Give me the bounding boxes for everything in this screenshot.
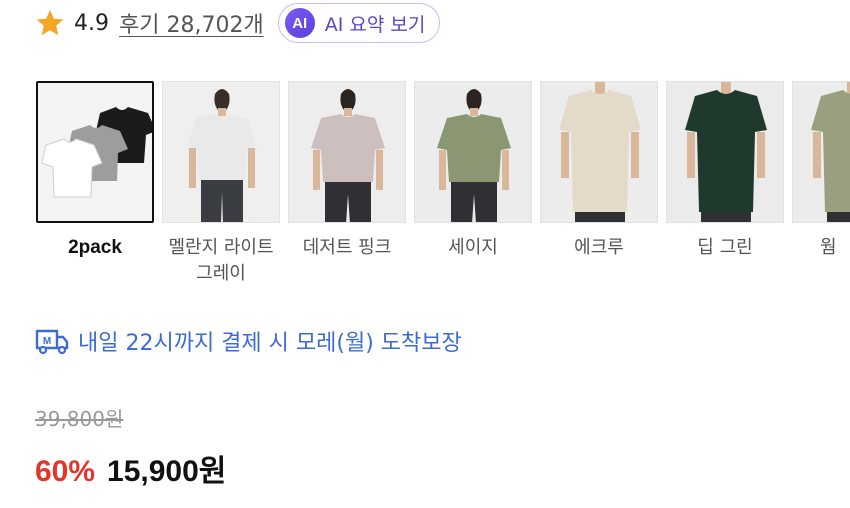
option-image xyxy=(162,81,280,223)
model-deep-green-image xyxy=(667,82,783,222)
ai-summary-button[interactable]: AI AI 요약 보기 xyxy=(277,3,441,43)
ai-icon: AI xyxy=(284,8,315,38)
option-image xyxy=(666,81,784,223)
color-option-melange-light-gray[interactable]: 멜란지 라이트 그레이 xyxy=(162,81,280,287)
option-image xyxy=(540,81,658,223)
model-desert-pink-image xyxy=(289,82,405,222)
review-count-link[interactable]: 후기 28,702개 xyxy=(119,7,264,39)
rating-row: 4.9 후기 28,702개 AI AI 요약 보기 xyxy=(34,2,441,44)
color-option-warm[interactable]: 웜 xyxy=(792,81,850,261)
color-option-list: 2pack 멜란지 라이트 그레이 데저트 핑크 세이지 에크루 딥 그린 웜 xyxy=(36,81,850,291)
svg-text:M: M xyxy=(43,336,51,347)
original-price: 39,800원 xyxy=(35,407,124,431)
option-label: 멜란지 라이트 그레이 xyxy=(168,237,274,284)
delivery-guarantee: M 내일 22시까지 결제 시 모레(월) 도착보장 xyxy=(34,325,462,357)
option-label: 에크루 xyxy=(574,237,624,258)
ai-summary-label: AI 요약 보기 xyxy=(324,13,426,36)
color-option-deep-green[interactable]: 딥 그린 xyxy=(666,81,784,261)
tshirt-2pack-image xyxy=(41,107,152,198)
option-label: 딥 그린 xyxy=(697,237,753,258)
option-image xyxy=(36,81,154,223)
model-warm-image xyxy=(793,82,850,222)
option-label: 웜 xyxy=(820,237,837,258)
delivery-text: 내일 22시까지 결제 시 모레(월) 도착보장 xyxy=(78,331,462,356)
option-image xyxy=(288,81,406,223)
color-option-ecru[interactable]: 에크루 xyxy=(540,81,658,261)
star-icon xyxy=(36,9,64,36)
color-option-sage[interactable]: 세이지 xyxy=(414,81,532,261)
option-label: 2pack xyxy=(68,237,122,258)
model-light-gray-image xyxy=(163,82,279,222)
model-ecru-image xyxy=(541,82,657,222)
price-row: 60% 15,900원 xyxy=(35,446,226,490)
color-option-2pack[interactable]: 2pack xyxy=(36,81,154,261)
option-image xyxy=(414,81,532,223)
option-image xyxy=(792,81,850,223)
sale-price: 15,900원 xyxy=(107,455,227,488)
truck-icon: M xyxy=(35,329,69,355)
color-option-desert-pink[interactable]: 데저트 핑크 xyxy=(288,81,406,261)
discount-rate: 60% xyxy=(35,455,96,488)
option-label: 데저트 핑크 xyxy=(302,237,392,258)
model-sage-image xyxy=(415,82,531,222)
rating-value: 4.9 xyxy=(74,10,109,36)
option-label: 세이지 xyxy=(448,237,498,258)
